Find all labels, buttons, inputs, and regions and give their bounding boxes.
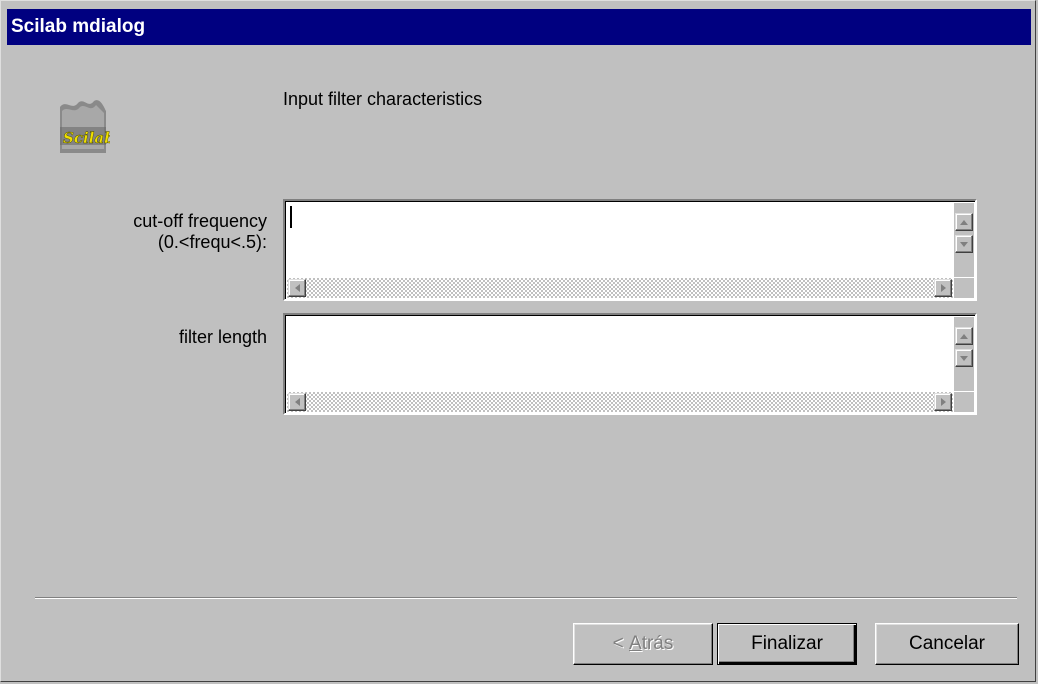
cutoff-frequency-input[interactable] [289,205,953,277]
finish-label: Finalizar [751,633,823,654]
vertical-scrollbar[interactable] [954,203,974,277]
scrollbar-corner [954,392,974,412]
arrow-left-icon[interactable] [288,279,306,297]
arrow-left-icon[interactable] [288,393,306,411]
filter-length-field[interactable] [283,313,977,415]
svg-text:Scilab: Scilab [63,129,110,147]
filter-length-input[interactable] [289,319,953,391]
arrow-right-icon[interactable] [934,393,952,411]
arrow-down-icon[interactable] [955,235,973,253]
cutoff-frequency-field[interactable] [283,199,977,301]
filter-length-label: filter length [27,327,267,348]
text-caret [290,206,292,228]
horizontal-scrollbar[interactable] [287,278,953,298]
finish-button[interactable]: Finalizar [717,623,857,665]
cutoff-frequency-label-line2: (0.<frequ<.5): [157,232,267,252]
back-prefix: < [612,633,629,654]
vertical-scrollbar[interactable] [954,317,974,391]
arrow-right-icon[interactable] [934,279,952,297]
dialog-heading: Input filter characteristics [283,89,483,109]
cancel-label: Cancelar [908,633,986,654]
cutoff-frequency-label: cut-off frequency (0.<frequ<.5): [27,211,267,253]
back-rest: trás [641,633,674,654]
scilab-logo: Scilab [54,97,115,165]
back-button[interactable]: < Atrás [573,623,713,665]
back-accelerator: A [629,633,642,654]
arrow-up-icon[interactable] [955,327,973,345]
separator-line [35,597,1017,599]
filter-length-label-line1: filter length [178,327,267,347]
arrow-down-icon[interactable] [955,349,973,367]
horizontal-scrollbar[interactable] [287,392,953,412]
dialog-window: Scilab mdialog Scilab Input filter chara… [0,0,1036,682]
cutoff-frequency-label-line1: cut-off frequency [133,211,267,231]
window-title: Scilab mdialog [11,16,146,37]
scrollbar-corner [954,278,974,298]
cancel-button[interactable]: Cancelar [875,623,1019,665]
arrow-up-icon[interactable] [955,213,973,231]
title-bar[interactable]: Scilab mdialog [7,9,1031,45]
